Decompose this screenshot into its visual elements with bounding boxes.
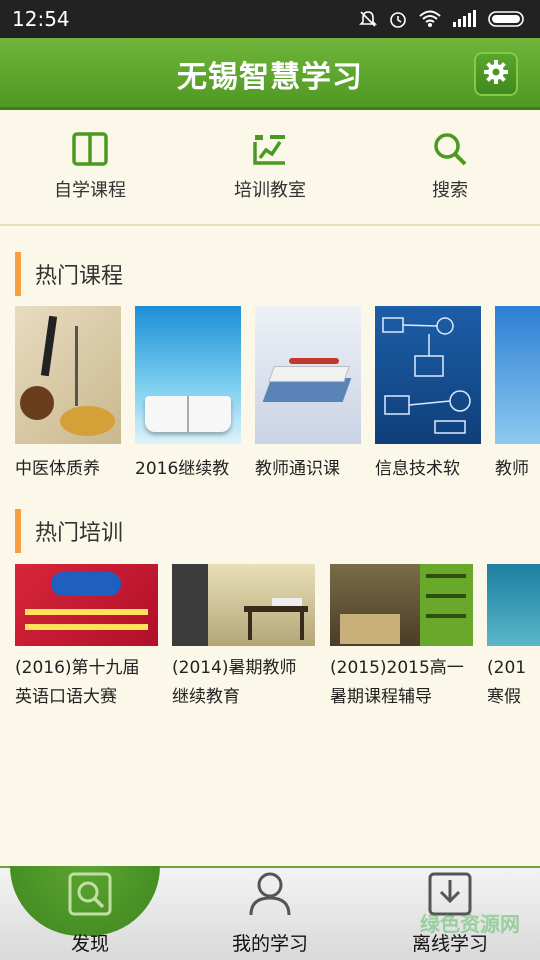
status-time: 12:54 bbox=[12, 7, 70, 31]
nav-search[interactable]: 搜索 bbox=[360, 110, 540, 224]
hot-training-list: (2016)第十九届 英语口语大赛 (2014)暑期教师 继续教育 (2015)… bbox=[15, 564, 540, 714]
course-title: 教师通识课 bbox=[255, 459, 340, 479]
training-title-line1: (2014)暑期教师 bbox=[172, 658, 297, 678]
course-card[interactable]: 教师通识课 bbox=[255, 306, 361, 479]
status-bar: 12:54 bbox=[0, 0, 540, 38]
course-title: 信息技术软 bbox=[375, 459, 460, 479]
training-thumbnail bbox=[487, 564, 540, 646]
hot-courses-header: 热门课程 bbox=[15, 252, 123, 296]
training-title: (201 寒假 bbox=[487, 654, 540, 712]
course-card[interactable]: 信息技术软 bbox=[375, 306, 481, 479]
training-title-line2: 暑期课程辅导 bbox=[330, 687, 432, 707]
training-card[interactable]: (2015)2015高一 暑期课程辅导 bbox=[330, 564, 473, 712]
watermark: 绿色资源网 bbox=[420, 912, 520, 936]
training-card[interactable]: (2014)暑期教师 继续教育 bbox=[172, 564, 315, 712]
training-title-line2: 寒假 bbox=[487, 687, 521, 707]
mute-icon bbox=[358, 9, 378, 29]
section-accent-bar bbox=[15, 252, 21, 296]
section-title: 热门课程 bbox=[35, 264, 124, 289]
tab-label: 发现 bbox=[70, 933, 109, 955]
training-title: (2014)暑期教师 继续教育 bbox=[172, 654, 322, 712]
course-title: 2016继续教 bbox=[135, 459, 230, 479]
course-card[interactable]: 教师 bbox=[495, 306, 540, 479]
course-thumbnail bbox=[375, 306, 481, 444]
training-title-line1: (2015)2015高一 bbox=[330, 658, 464, 678]
page-title: 无锡智慧学习 bbox=[177, 60, 363, 95]
course-title: 中医体质养 bbox=[15, 459, 100, 479]
user-icon bbox=[245, 869, 295, 919]
book-icon bbox=[72, 132, 108, 170]
course-card[interactable]: 2016继续教 bbox=[135, 306, 241, 479]
training-title-line1: (2016)第十九届 bbox=[15, 658, 140, 678]
course-card[interactable]: 中医体质养 bbox=[15, 306, 121, 479]
nav-training-room[interactable]: 培训教室 bbox=[180, 110, 360, 224]
training-title-line1: (201 bbox=[487, 658, 527, 678]
hot-training-header: 热门培训 bbox=[15, 509, 123, 553]
course-thumbnail bbox=[495, 306, 540, 444]
nav-label: 自学课程 bbox=[54, 180, 126, 201]
tab-label: 我的学习 bbox=[231, 933, 308, 955]
settings-button[interactable] bbox=[474, 52, 518, 96]
course-thumbnail bbox=[15, 306, 121, 444]
training-card[interactable]: (2016)第十九届 英语口语大赛 bbox=[15, 564, 158, 712]
section-title: 热门培训 bbox=[35, 521, 124, 546]
course-title: 教师 bbox=[495, 459, 529, 479]
training-card[interactable]: (201 寒假 bbox=[487, 564, 540, 712]
training-thumbnail bbox=[15, 564, 158, 646]
tab-my-learning[interactable]: 我的学习 bbox=[180, 868, 360, 960]
training-title: (2015)2015高一 暑期课程辅导 bbox=[330, 654, 480, 712]
tab-discover[interactable]: 发现 bbox=[0, 866, 180, 960]
course-thumbnail bbox=[255, 306, 361, 444]
course-thumbnail bbox=[135, 306, 241, 444]
training-thumbnail bbox=[330, 564, 473, 646]
nav-self-study[interactable]: 自学课程 bbox=[0, 110, 180, 224]
nav-label: 搜索 bbox=[432, 180, 468, 201]
gear-icon bbox=[483, 59, 509, 89]
wifi-icon bbox=[418, 9, 442, 29]
signal-icon bbox=[452, 10, 478, 28]
section-accent-bar bbox=[15, 509, 21, 553]
status-icons bbox=[358, 9, 528, 29]
chart-icon bbox=[252, 132, 288, 170]
nav-label: 培训教室 bbox=[234, 180, 306, 201]
search-icon bbox=[432, 132, 468, 170]
training-title: (2016)第十九届 英语口语大赛 bbox=[15, 654, 165, 712]
training-thumbnail bbox=[172, 564, 315, 646]
training-title-line2: 英语口语大赛 bbox=[15, 687, 117, 707]
training-title-line2: 继续教育 bbox=[172, 687, 240, 707]
top-nav: 自学课程 培训教室 搜索 bbox=[0, 110, 540, 226]
discover-icon bbox=[65, 869, 115, 919]
app-header: 无锡智慧学习 bbox=[0, 38, 540, 110]
hot-courses-list: 中医体质养 2016继续教 教师通识课 信息技术软 教师 bbox=[15, 306, 540, 486]
battery-icon bbox=[488, 10, 528, 28]
alarm-icon bbox=[388, 9, 408, 29]
